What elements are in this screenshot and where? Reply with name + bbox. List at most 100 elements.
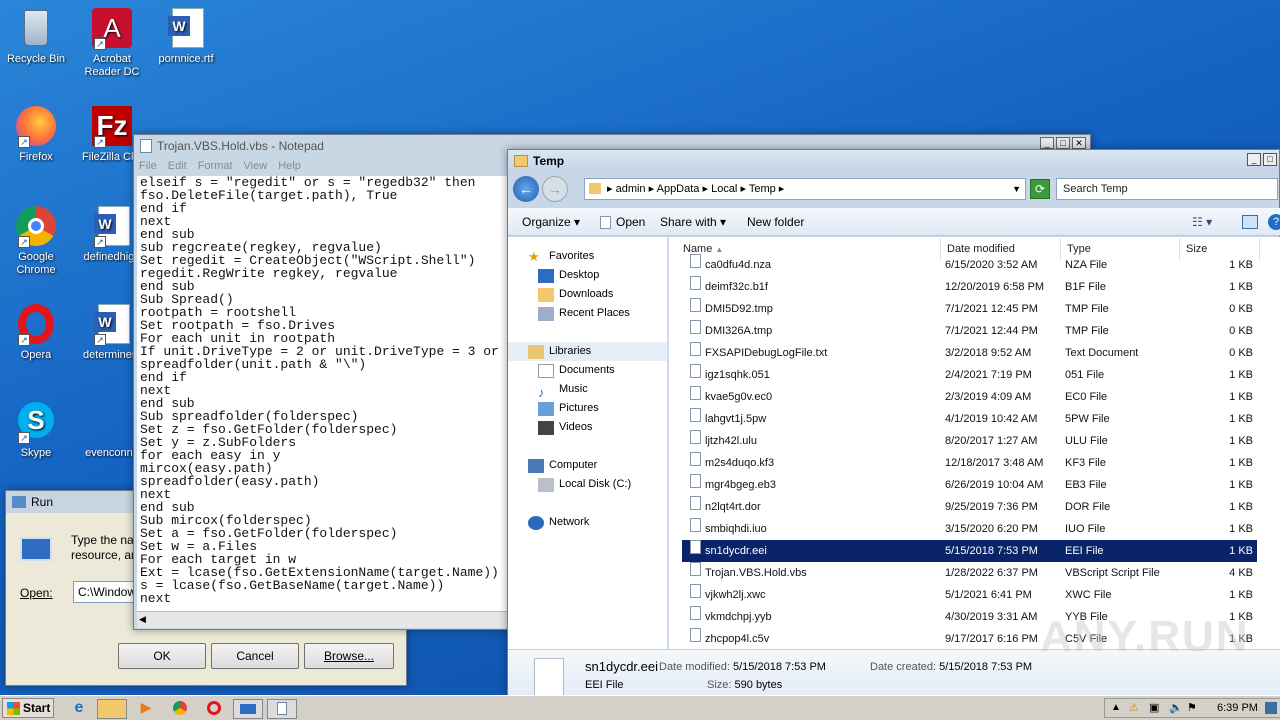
maximize-button[interactable]: □ (1056, 137, 1070, 149)
search-input[interactable]: Search Temp (1056, 178, 1278, 200)
file-row[interactable]: ca0dfu4d.nza 6/15/2020 3:52 AM NZA File 1 K… (682, 254, 1257, 276)
file-row[interactable]: smbiqhdi.iuo 3/15/2020 6:20 PM IUO File 1 K… (682, 518, 1257, 540)
file-row[interactable]: igz1sqhk.051 2/4/2021 7:19 PM 051 File 1 KB (682, 364, 1257, 386)
file-name: sn1dycdr.eei (705, 545, 767, 557)
new-folder-button[interactable]: New folder (747, 208, 804, 236)
file-row[interactable]: vjkwh2lj.xwc 5/1/2021 6:41 PM XWC File 1 KB (682, 584, 1257, 606)
nav-recent-places[interactable]: Recent Places (508, 304, 667, 323)
nav-music[interactable]: ♪ Music (508, 380, 667, 400)
desktop-icon-skype[interactable]: S ↗ Skype (0, 400, 72, 460)
taskbar-explorer-icon[interactable] (97, 699, 127, 719)
start-button[interactable]: Start (2, 698, 54, 718)
minimize-button[interactable]: _ (1040, 137, 1054, 149)
file-name: ca0dfu4d.nza (705, 259, 772, 271)
desktop-icon (538, 268, 554, 283)
notepad-text-area[interactable]: elseif s = "regedit" or s = "regedb32" t… (137, 176, 507, 613)
file-row[interactable]: n2lqt4rt.dor 9/25/2019 7:36 PM DOR File 1 K… (682, 496, 1257, 518)
file-icon (690, 474, 701, 488)
desktop-icon-chrome[interactable]: ↗ Google Chrome (0, 204, 72, 277)
tray-volume-icon[interactable]: 🔈 (1169, 699, 1183, 717)
forward-button[interactable]: → (542, 176, 568, 202)
tray-expand-icon[interactable]: ▲ (1111, 699, 1121, 717)
menu-format[interactable]: Format (198, 160, 233, 172)
file-icon (690, 496, 701, 510)
clock[interactable]: 6:39 PM (1217, 699, 1258, 717)
address-bar[interactable]: ▸ admin ▸ AppData ▸ Local ▸ Temp ▸ ▼ (584, 178, 1026, 200)
refresh-button[interactable]: ⟳ (1030, 179, 1050, 199)
file-icon (600, 216, 611, 230)
taskbar-notepad-icon[interactable] (267, 699, 297, 719)
help-icon[interactable]: ? (1268, 214, 1280, 230)
nav-desktop[interactable]: Desktop (508, 266, 667, 285)
tray-flag-icon[interactable]: ⚑ (1187, 699, 1197, 717)
taskbar-run-icon[interactable] (233, 699, 263, 719)
file-row[interactable]: FXSAPIDebugLogFile.txt 3/2/2018 9:52 AM Te… (682, 342, 1257, 364)
details-file-icon (534, 658, 564, 696)
nav-downloads[interactable]: Downloads (508, 285, 667, 304)
tray-network-icon[interactable]: ▣ (1149, 699, 1159, 717)
scroll-left-icon[interactable]: ◀ (139, 614, 146, 625)
file-date: 12/20/2019 6:58 PM (945, 281, 1045, 293)
nav-videos[interactable]: Videos (508, 418, 667, 437)
breadcrumb-appdata[interactable]: AppData (657, 183, 700, 195)
back-button[interactable]: ← (513, 176, 539, 202)
file-row[interactable]: DMI326A.tmp 7/1/2021 12:44 PM TMP File 0 KB (682, 320, 1257, 342)
tray-warning-icon[interactable]: ⚠ (1129, 699, 1139, 717)
taskbar-opera-icon[interactable] (199, 699, 229, 719)
file-name: DMI5D92.tmp (705, 303, 773, 315)
view-options-icon[interactable]: ☷ ▾ (1192, 208, 1212, 236)
nav-documents[interactable]: Documents (508, 361, 667, 380)
breadcrumb-temp[interactable]: Temp (749, 183, 776, 195)
desktop-icon-opera[interactable]: ↗ Opera (0, 302, 72, 362)
file-row[interactable]: m2s4duqo.kf3 12/18/2017 3:48 AM KF3 File 1 … (682, 452, 1257, 474)
file-size: 1 KB (1229, 501, 1253, 513)
file-row[interactable]: mgr4bgeg.eb3 6/26/2019 10:04 AM EB3 File 1 … (682, 474, 1257, 496)
file-icon (690, 386, 701, 400)
minimize-button[interactable]: _ (1247, 153, 1261, 166)
share-with-button[interactable]: Share with ▾ (660, 208, 726, 236)
file-row[interactable]: lahgvt1j.5pw 4/1/2019 10:42 AM 5PW File 1 K… (682, 408, 1257, 430)
nav-local-disk[interactable]: Local Disk (C:) (508, 475, 667, 494)
desktop-icon-pornnice[interactable]: W pornnice.rtf (150, 6, 222, 66)
file-type: B1F File (1065, 281, 1106, 293)
breadcrumb-admin[interactable]: admin (616, 183, 646, 195)
file-row[interactable]: ljtzh42l.ulu 8/20/2017 1:27 AM ULU File 1 K… (682, 430, 1257, 452)
file-name: FXSAPIDebugLogFile.txt (705, 347, 828, 359)
cancel-button[interactable]: Cancel (211, 643, 299, 669)
menu-help[interactable]: Help (278, 160, 301, 172)
file-size: 1 KB (1229, 545, 1253, 557)
file-row[interactable]: sn1dycdr.eei 5/15/2018 7:53 PM EEI File 1 K… (682, 540, 1257, 562)
preview-pane-icon[interactable] (1242, 215, 1258, 229)
breadcrumb-local[interactable]: Local (711, 183, 737, 195)
desktop-icon-acrobat[interactable]: A ↗ Acrobat Reader DC (76, 6, 148, 79)
file-row[interactable]: Trojan.VBS.Hold.vbs 1/28/2022 6:37 PM VBSc… (682, 562, 1257, 584)
organize-button[interactable]: Organize ▾ (522, 208, 580, 236)
file-date: 3/15/2020 6:20 PM (945, 523, 1038, 535)
nav-favorites[interactable]: ★ Favorites (508, 247, 667, 266)
address-dropdown-icon[interactable]: ▼ (1012, 179, 1021, 199)
open-button[interactable]: Open (600, 208, 645, 236)
word-doc-icon: W ↗ (90, 204, 134, 248)
file-row[interactable]: kvae5g0v.ec0 2/3/2019 4:09 AM EC0 File 1 KB (682, 386, 1257, 408)
nav-computer[interactable]: Computer (508, 456, 667, 475)
nav-libraries[interactable]: Libraries (508, 342, 667, 361)
nav-network[interactable]: Network (508, 513, 667, 532)
taskbar-ie-icon[interactable]: e (64, 699, 94, 719)
maximize-button[interactable]: □ (1263, 153, 1277, 166)
taskbar-chrome-icon[interactable] (165, 699, 195, 719)
menu-edit[interactable]: Edit (168, 160, 187, 172)
taskbar-media-player-icon[interactable]: ▶ (131, 699, 161, 719)
show-desktop-icon[interactable] (1265, 702, 1277, 714)
browse-button[interactable]: Browse... (304, 643, 394, 669)
notepad-hscrollbar[interactable]: ◀ (137, 611, 507, 628)
desktop-icon-recycle-bin[interactable]: Recycle Bin (0, 6, 72, 66)
desktop-icon-firefox[interactable]: ↗ Firefox (0, 104, 72, 164)
explorer-titlebar[interactable]: Temp (508, 150, 1279, 172)
file-row[interactable]: DMI5D92.tmp 7/1/2021 12:45 PM TMP File 0 KB (682, 298, 1257, 320)
nav-pictures[interactable]: Pictures (508, 399, 667, 418)
file-row[interactable]: deimf32c.b1f 12/20/2019 6:58 PM B1F File 1 … (682, 276, 1257, 298)
close-button[interactable]: ✕ (1072, 137, 1086, 149)
menu-file[interactable]: File (139, 160, 157, 172)
ok-button[interactable]: OK (118, 643, 206, 669)
menu-view[interactable]: View (244, 160, 268, 172)
